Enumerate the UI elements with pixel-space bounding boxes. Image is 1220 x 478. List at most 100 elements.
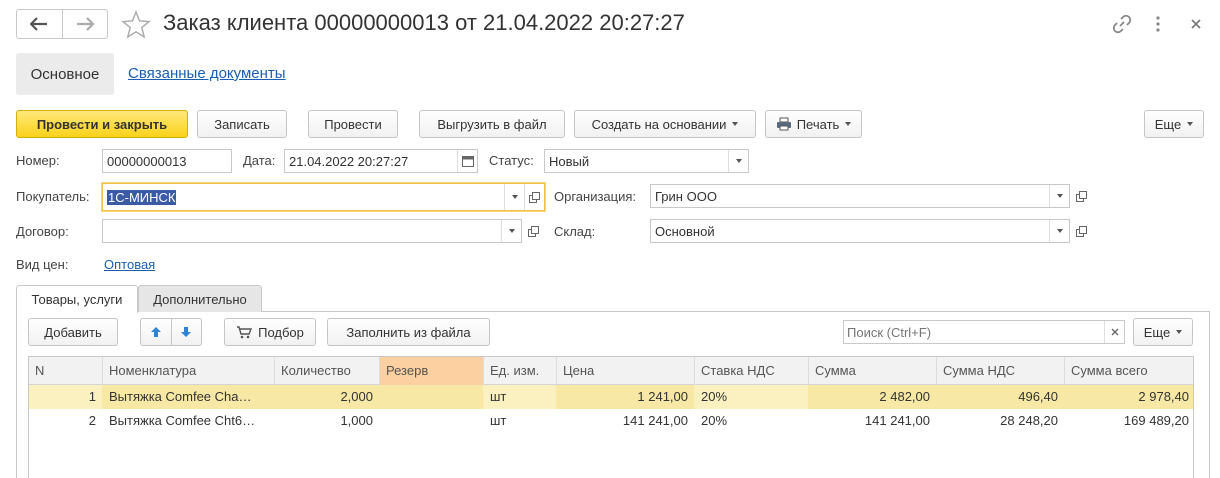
cell-quantity[interactable]: 1,000 [274,409,379,433]
table-row[interactable]: 1 Вытяжка Comfee Cha… 2,000 шт 1 241,00 … [29,385,1193,409]
export-to-file-button[interactable]: Выгрузить в файл [419,110,565,138]
navigation-group [16,9,108,39]
chevron-down-icon [845,122,852,126]
chevron-down-icon [732,122,739,126]
organization-open-button[interactable] [1071,184,1091,208]
organization-value: Грин ООО [655,188,717,204]
col-header-price[interactable]: Цена [556,357,694,385]
warehouse-open-button[interactable] [1071,219,1091,243]
price-type-link[interactable]: Оптовая [104,257,155,272]
more-actions-button[interactable] [1148,12,1168,36]
write-button[interactable]: Записать [197,110,287,138]
cell-vat-sum[interactable]: 496,40 [936,385,1064,409]
chevron-down-icon [1176,330,1183,334]
buyer-value: 1С-МИНСК [107,189,177,205]
tab-main[interactable]: Основное [16,53,114,95]
open-form-icon [1075,225,1087,237]
cell-price[interactable]: 141 241,00 [556,409,694,433]
tab-additional[interactable]: Дополнительно [138,285,262,312]
add-row-button[interactable]: Добавить [28,318,118,346]
chevron-down-icon [511,195,518,199]
contract-dropdown-button[interactable] [501,220,521,242]
date-field[interactable]: 21.04.2022 20:27:27 [284,149,478,173]
buyer-open-button[interactable] [524,184,544,210]
warehouse-field[interactable]: Основной [650,219,1070,243]
fill-from-file-button[interactable]: Заполнить из файла [327,318,490,346]
page-title: Заказ клиента 00000000013 от 21.04.2022 … [163,10,685,35]
cell-unit[interactable]: шт [483,409,556,433]
close-icon [1111,328,1118,336]
status-select[interactable]: Новый [544,149,749,173]
buyer-field[interactable]: 1С-МИНСК [102,183,545,211]
print-label: Печать [796,116,840,132]
cell-sum[interactable]: 2 482,00 [808,385,936,409]
contract-open-button[interactable] [523,219,543,243]
chevron-down-icon [1056,229,1063,233]
post-button[interactable]: Провести [308,110,398,138]
search-clear-button[interactable] [1104,321,1124,343]
cell-vat-rate[interactable]: 20% [694,385,808,409]
open-form-icon [527,225,539,237]
date-label: Дата: [243,153,276,168]
arrow-down-icon [181,327,192,337]
move-up-button[interactable] [141,319,172,345]
link-button[interactable] [1110,12,1134,36]
tab-related-documents[interactable]: Связанные документы [128,65,286,82]
cell-reserve[interactable] [379,409,483,433]
calendar-button[interactable] [457,150,477,172]
cell-reserve[interactable] [379,385,483,409]
create-based-on-button[interactable]: Создать на основании [574,110,756,138]
col-header-n[interactable]: N [29,357,102,385]
close-button[interactable] [1186,12,1206,36]
forward-button[interactable] [61,10,108,38]
search-field[interactable] [843,320,1125,344]
cell-total[interactable]: 2 978,40 [1064,385,1193,409]
move-down-button[interactable] [172,319,202,345]
buyer-label: Покупатель: [16,189,90,204]
cell-nomenclature[interactable]: Вытяжка Comfee Cht6… [102,409,274,433]
col-header-vat-rate[interactable]: Ставка НДС [694,357,808,385]
cell-price[interactable]: 1 241,00 [556,385,694,409]
cell-quantity[interactable]: 2,000 [274,385,379,409]
organization-field[interactable]: Грин ООО [650,184,1070,208]
col-header-quantity[interactable]: Количество [274,357,379,385]
cell-vat-sum[interactable]: 28 248,20 [936,409,1064,433]
cell-total[interactable]: 169 489,20 [1064,409,1193,433]
col-header-total[interactable]: Сумма всего [1064,357,1193,385]
more-button[interactable]: Еще [1144,110,1204,138]
warehouse-label: Склад: [554,224,596,239]
warehouse-dropdown-button[interactable] [1049,220,1069,242]
date-value: 21.04.2022 20:27:27 [289,153,409,169]
cell-sum[interactable]: 141 241,00 [808,409,936,433]
cart-icon [237,326,253,339]
print-button[interactable]: Печать [765,110,862,138]
search-input[interactable] [844,321,1104,343]
organization-dropdown-button[interactable] [1049,185,1069,207]
tab-goods-services[interactable]: Товары, услуги [16,285,138,313]
col-header-unit[interactable]: Ед. изм. [483,357,556,385]
status-dropdown-button[interactable] [728,150,748,172]
goods-table[interactable]: N Номенклатура Количество Резерв Ед. изм… [28,356,1194,478]
post-and-close-button[interactable]: Провести и закрыть [16,110,188,138]
number-value: 00000000013 [107,153,187,169]
number-field[interactable]: 00000000013 [102,149,232,173]
cell-unit[interactable]: шт [483,385,556,409]
col-header-sum[interactable]: Сумма [808,357,936,385]
status-label: Статус: [489,153,534,168]
col-header-vat-sum[interactable]: Сумма НДС [936,357,1064,385]
arrow-left-icon [30,17,48,31]
pick-button[interactable]: Подбор [224,318,316,346]
contract-field[interactable] [102,219,522,243]
col-header-reserve[interactable]: Резерв [379,357,483,385]
table-more-button[interactable]: Еще [1133,318,1193,346]
favorite-star-icon[interactable] [120,9,152,41]
table-row[interactable]: 2 Вытяжка Comfee Cht6… 1,000 шт 141 241,… [29,409,1193,433]
table-more-label: Еще [1143,324,1171,340]
cell-nomenclature[interactable]: Вытяжка Comfee Cha… [102,385,274,409]
back-button[interactable] [17,10,62,38]
col-header-nomenclature[interactable]: Номенклатура [102,357,274,385]
cell-vat-rate[interactable]: 20% [694,409,808,433]
arrow-right-icon [76,17,94,31]
buyer-dropdown-button[interactable] [504,184,524,210]
contract-label: Договор: [16,224,69,239]
